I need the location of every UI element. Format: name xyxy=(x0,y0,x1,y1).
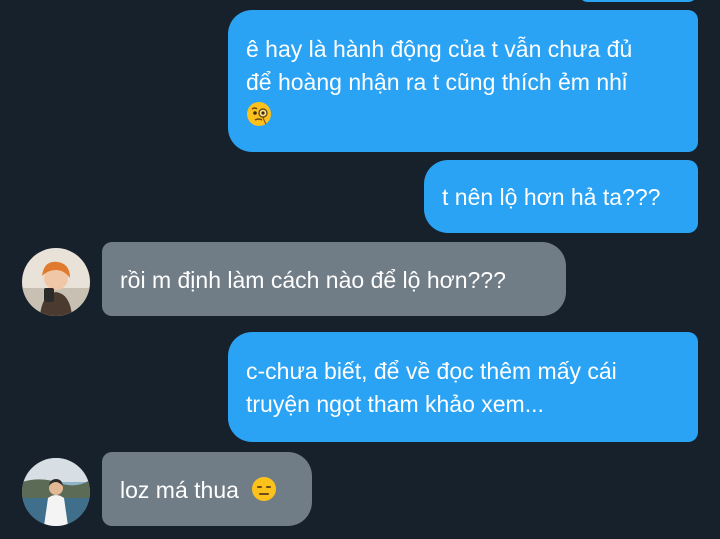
incoming-message-bubble[interactable]: rồi m định làm cách nào để lộ hơn??? xyxy=(102,242,566,316)
message-emoji-line xyxy=(246,99,680,132)
expressionless-face-emoji xyxy=(252,477,277,501)
message-text-line: truyện ngọt tham khảo xem... xyxy=(246,391,544,417)
message-text-line: ê hay là hành động của t vẫn chưa đủ xyxy=(246,36,633,62)
message-text-line: loz má thua xyxy=(120,474,294,507)
message-text-line: t nên lộ hơn hả ta??? xyxy=(442,184,661,210)
avatar-photo-icon xyxy=(22,248,90,316)
contact-avatar[interactable] xyxy=(22,248,90,316)
contact-avatar[interactable] xyxy=(22,458,90,526)
message-text-line: để hoàng nhận ra t cũng thích ẻm nhỉ xyxy=(246,69,628,95)
message-text-line: rồi m định làm cách nào để lộ hơn??? xyxy=(120,267,506,293)
message-text-line: c-chưa biết, để về đọc thêm mấy cái xyxy=(246,358,617,384)
message-text: loz má thua xyxy=(120,477,239,503)
previous-message-bubble[interactable] xyxy=(578,0,698,2)
incoming-message-bubble[interactable]: loz má thua xyxy=(102,452,312,526)
outgoing-message-bubble[interactable]: c-chưa biết, để về đọc thêm mấy cái truy… xyxy=(228,332,698,442)
outgoing-message-bubble[interactable]: ê hay là hành động của t vẫn chưa đủ để … xyxy=(228,10,698,152)
outgoing-message-bubble[interactable]: t nên lộ hơn hả ta??? xyxy=(424,160,698,233)
face-with-monocle-emoji xyxy=(247,102,271,126)
chat-history: ê hay là hành động của t vẫn chưa đủ để … xyxy=(0,0,720,539)
avatar-photo-icon xyxy=(22,458,90,526)
